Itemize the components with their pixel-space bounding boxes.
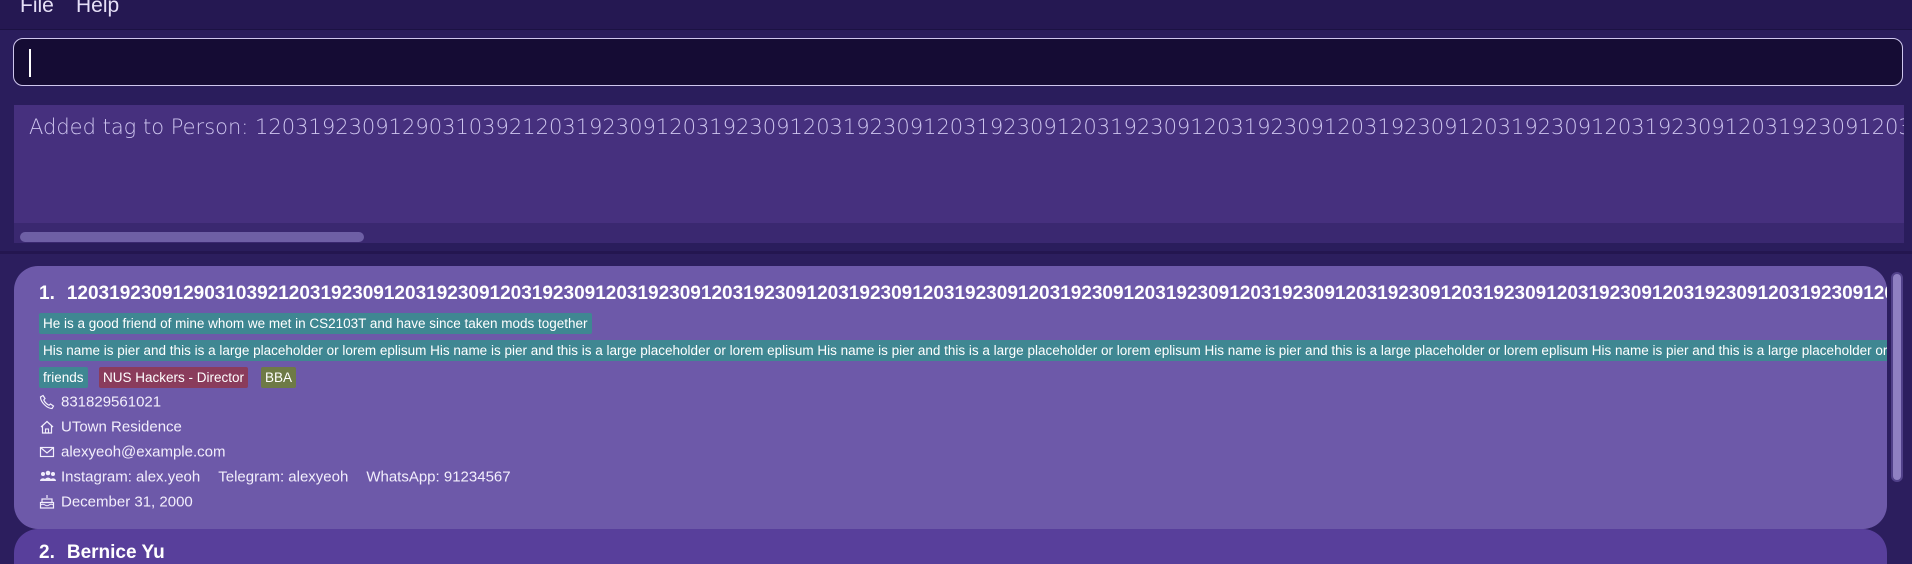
- person-name: Bernice Yu: [66, 542, 165, 563]
- birthday-field: December 31, 2000: [39, 493, 193, 513]
- instagram-value: Instagram: alex.yeoh: [61, 468, 201, 486]
- menu-help[interactable]: Help: [76, 0, 119, 18]
- result-scrollbar-thumb[interactable]: [20, 232, 364, 242]
- menu-bar: File Help: [0, 0, 1912, 30]
- person-list-panel: 1. 12031923091290310392120319230912031923…: [0, 254, 1912, 564]
- text-caret: [29, 49, 31, 77]
- list-vertical-scrollbar[interactable]: [1891, 272, 1903, 482]
- result-display: Added tag to Person: 1203192309129031039…: [14, 105, 1904, 243]
- phone-field: 831829561021: [39, 393, 161, 413]
- person-card[interactable]: 2. Bernice Yu: [14, 529, 1887, 564]
- email-value: alexyeoh@example.com: [61, 443, 226, 461]
- tag-note: He is a good friend of mine whom we met …: [39, 313, 592, 334]
- home-icon: [39, 419, 57, 435]
- person-title: 1. 12031923091290310392120319230912031923…: [39, 283, 1887, 305]
- cake-icon: [39, 494, 57, 510]
- person-title: 2. Bernice Yu: [39, 542, 165, 564]
- person-index: 2.: [39, 542, 55, 563]
- menu-file[interactable]: File: [20, 0, 54, 18]
- tag-nus-hackers: NUS Hackers - Director: [99, 367, 249, 388]
- tag-bba: BBA: [261, 367, 297, 388]
- people-icon: [39, 469, 57, 485]
- address-value: UTown Residence: [61, 418, 182, 436]
- tag-description: His name is pier and this is a large pla…: [39, 340, 1887, 361]
- address-field: UTown Residence: [39, 418, 182, 438]
- telegram-value: Telegram: alexyeoh: [218, 468, 349, 486]
- whatsapp-value: WhatsApp: 91234567: [366, 468, 511, 486]
- tag-friends: friends: [39, 367, 88, 388]
- social-field: Instagram: alex.yeoh Telegram: alexyeoh Wh…: [39, 468, 511, 488]
- person-name: 1203192309129031039212031923091203192309…: [66, 283, 1887, 304]
- mail-icon: [39, 444, 57, 460]
- person-card[interactable]: 1. 12031923091290310392120319230912031923…: [14, 266, 1887, 529]
- list-scrollbar-thumb[interactable]: [1893, 274, 1901, 480]
- command-input[interactable]: [13, 38, 1903, 86]
- email-field: alexyeoh@example.com: [39, 443, 225, 463]
- phone-icon: [39, 394, 57, 410]
- result-message: Added tag to Person: 1203192309129031039…: [29, 115, 1904, 139]
- phone-value: 831829561021: [61, 393, 162, 411]
- birthday-value: December 31, 2000: [61, 493, 193, 511]
- person-index: 1.: [39, 283, 55, 304]
- result-horizontal-scrollbar[interactable]: [14, 223, 1904, 243]
